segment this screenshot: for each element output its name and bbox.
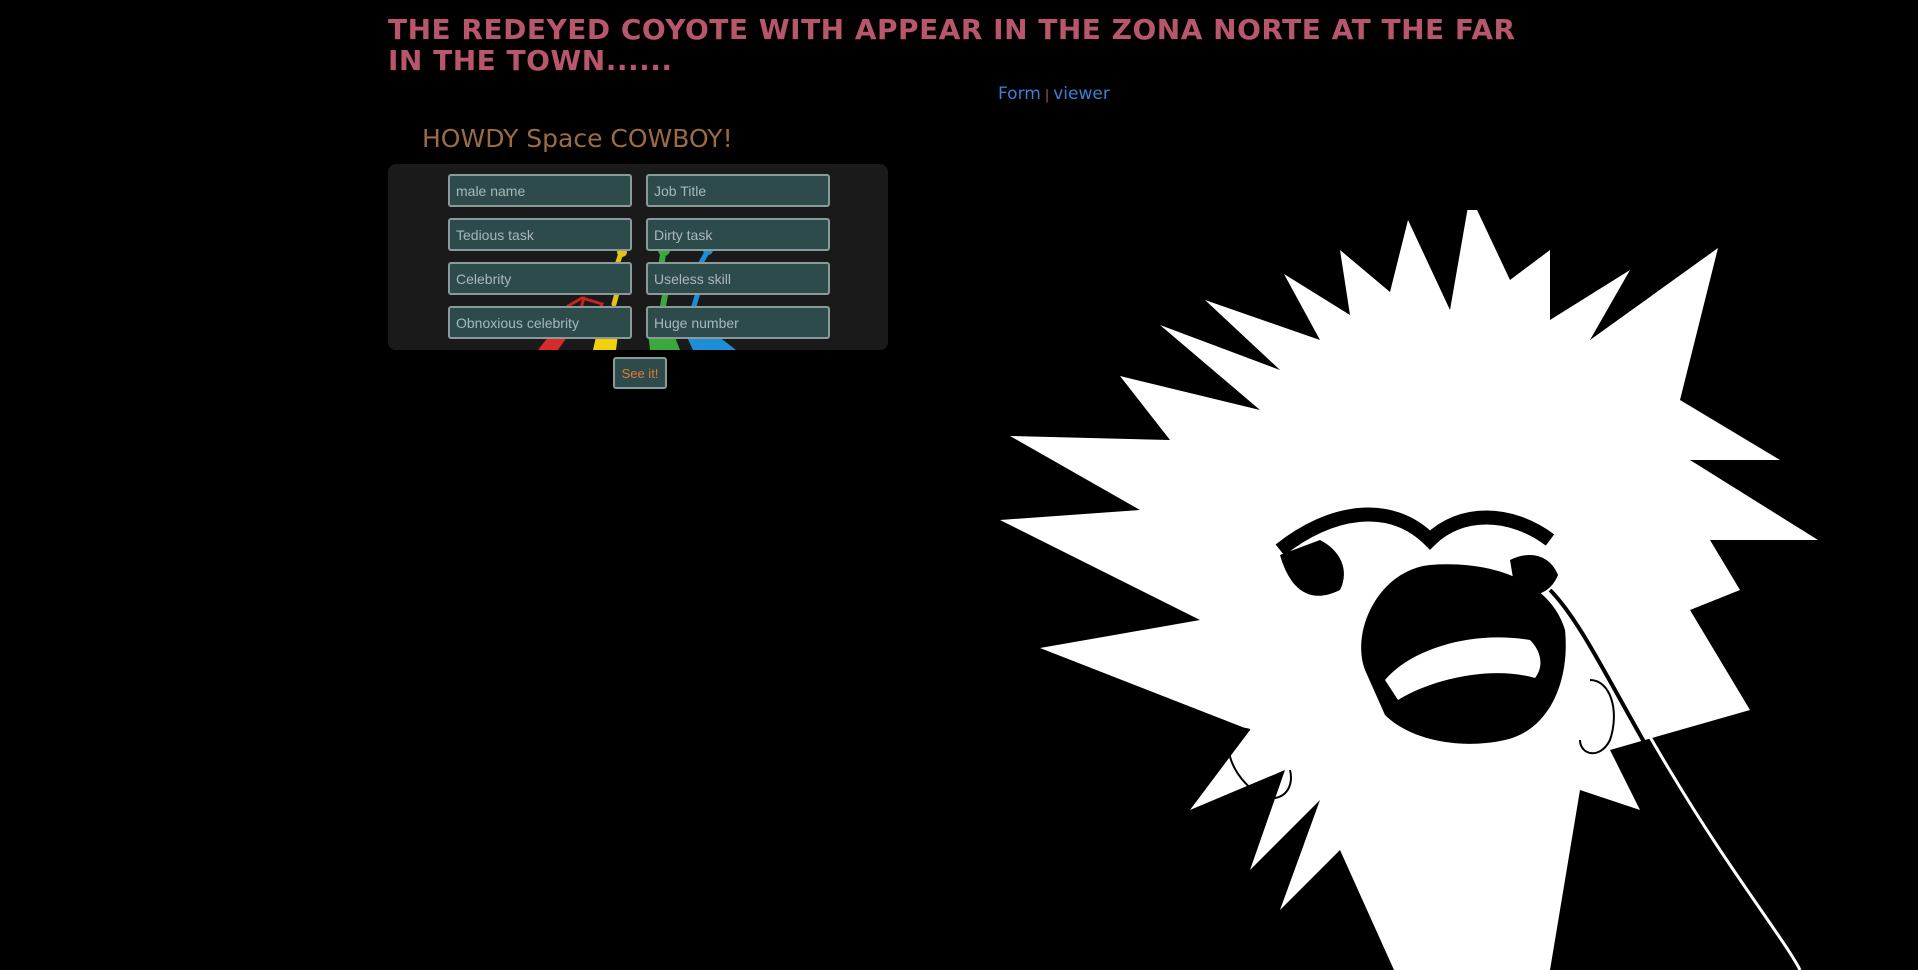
greeting-heading: HOWDY Space COWBOY! xyxy=(422,124,733,153)
top-nav: Form | viewer xyxy=(998,84,1110,104)
male-name-input[interactable] xyxy=(448,174,632,207)
see-it-button[interactable]: See it! xyxy=(613,357,667,389)
page-headline: THE REDEYED COYOTE WITH APPEAR IN THE ZO… xyxy=(388,13,1516,77)
dirty-task-input[interactable] xyxy=(646,218,830,251)
tedious-task-input[interactable] xyxy=(448,218,632,251)
job-title-input[interactable] xyxy=(646,174,830,207)
form-link[interactable]: Form xyxy=(998,84,1041,104)
form-panel xyxy=(388,164,888,350)
viewer-link[interactable]: viewer xyxy=(1053,84,1110,104)
useless-skill-input[interactable] xyxy=(646,262,830,295)
nav-separator: | xyxy=(1044,88,1050,103)
spiky-hair-laughing-character-illustration xyxy=(1000,210,1818,970)
obnoxious-celebrity-input[interactable] xyxy=(448,306,632,339)
celebrity-input[interactable] xyxy=(448,262,632,295)
huge-number-input[interactable] xyxy=(646,306,830,339)
